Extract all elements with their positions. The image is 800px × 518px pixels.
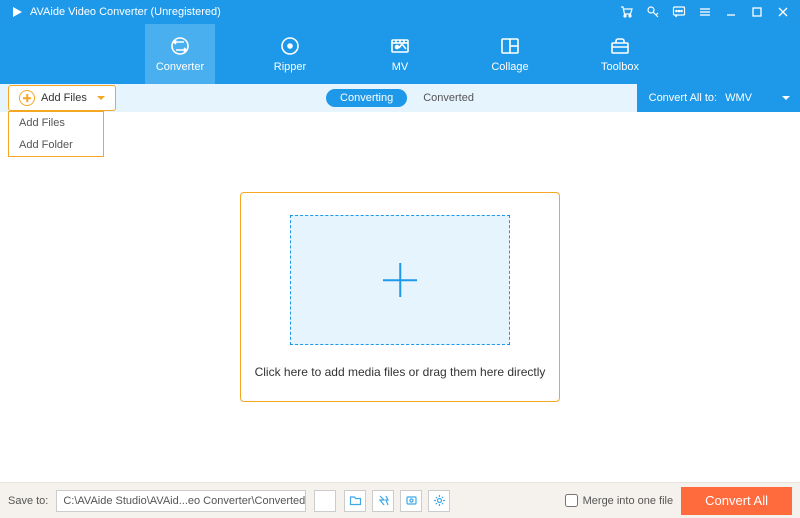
nav-label: Collage [491, 61, 528, 73]
feedback-icon[interactable] [672, 5, 686, 19]
drop-zone[interactable]: Click here to add media files or drag th… [240, 192, 560, 402]
nav-mv[interactable]: MV [365, 24, 435, 84]
add-files-button[interactable]: Add Files [8, 85, 116, 111]
merge-checkbox[interactable] [565, 494, 578, 507]
nav-label: MV [392, 61, 409, 73]
gpu-button[interactable] [400, 490, 422, 512]
path-dropdown-button[interactable] [314, 490, 336, 512]
footer: Save to: C:\AVAide Studio\AVAid...eo Con… [0, 482, 800, 518]
app-title: AVAide Video Converter (Unregistered) [30, 6, 221, 18]
save-path-field[interactable]: C:\AVAide Studio\AVAid...eo Converter\Co… [56, 490, 306, 512]
close-icon[interactable] [776, 5, 790, 19]
add-files-dropdown: Add Files Add Folder [8, 111, 104, 157]
tab-converted[interactable]: Converted [423, 92, 474, 104]
open-folder-button[interactable] [344, 490, 366, 512]
drop-zone-text: Click here to add media files or drag th… [255, 365, 546, 379]
main-nav: Converter Ripper MV Collage Toolbox [0, 24, 800, 84]
save-to-label: Save to: [8, 495, 48, 507]
titlebar: AVAide Video Converter (Unregistered) [0, 0, 800, 24]
settings-button[interactable] [428, 490, 450, 512]
convert-all-to-label: Convert All to: [649, 92, 717, 104]
subbar: Add Files Add Files Add Folder Convertin… [0, 84, 800, 112]
chevron-down-icon [782, 96, 790, 100]
mv-icon [389, 35, 411, 57]
nav-ripper[interactable]: Ripper [255, 24, 325, 84]
format-value: WMV [725, 92, 752, 104]
key-icon[interactable] [646, 5, 660, 19]
ripper-icon [279, 35, 301, 57]
drop-zone-inner [290, 215, 510, 345]
merge-label: Merge into one file [583, 495, 674, 507]
nav-label: Converter [156, 61, 204, 73]
chevron-down-icon [97, 96, 105, 100]
nav-converter[interactable]: Converter [145, 24, 215, 84]
nav-collage[interactable]: Collage [475, 24, 545, 84]
merge-checkbox-wrap[interactable]: Merge into one file [565, 494, 674, 507]
speed-button[interactable] [372, 490, 394, 512]
format-select[interactable]: WMV [725, 92, 790, 104]
converter-icon [169, 35, 191, 57]
nav-label: Toolbox [601, 61, 639, 73]
collage-icon [499, 35, 521, 57]
dropdown-add-folder[interactable]: Add Folder [9, 134, 103, 156]
main-area: Click here to add media files or drag th… [0, 112, 800, 482]
nav-toolbox[interactable]: Toolbox [585, 24, 655, 84]
tab-converting[interactable]: Converting [326, 89, 407, 107]
maximize-icon[interactable] [750, 5, 764, 19]
minimize-icon[interactable] [724, 5, 738, 19]
menu-icon[interactable] [698, 5, 712, 19]
cart-icon[interactable] [620, 5, 634, 19]
toolbox-icon [609, 35, 631, 57]
plus-icon [383, 263, 417, 297]
app-logo-icon [10, 5, 24, 19]
dropdown-add-files[interactable]: Add Files [9, 112, 103, 134]
add-files-label: Add Files [41, 92, 87, 104]
plus-circle-icon [19, 90, 35, 106]
save-path-value: C:\AVAide Studio\AVAid...eo Converter\Co… [63, 495, 305, 507]
nav-label: Ripper [274, 61, 306, 73]
convert-all-button[interactable]: Convert All [681, 487, 792, 515]
